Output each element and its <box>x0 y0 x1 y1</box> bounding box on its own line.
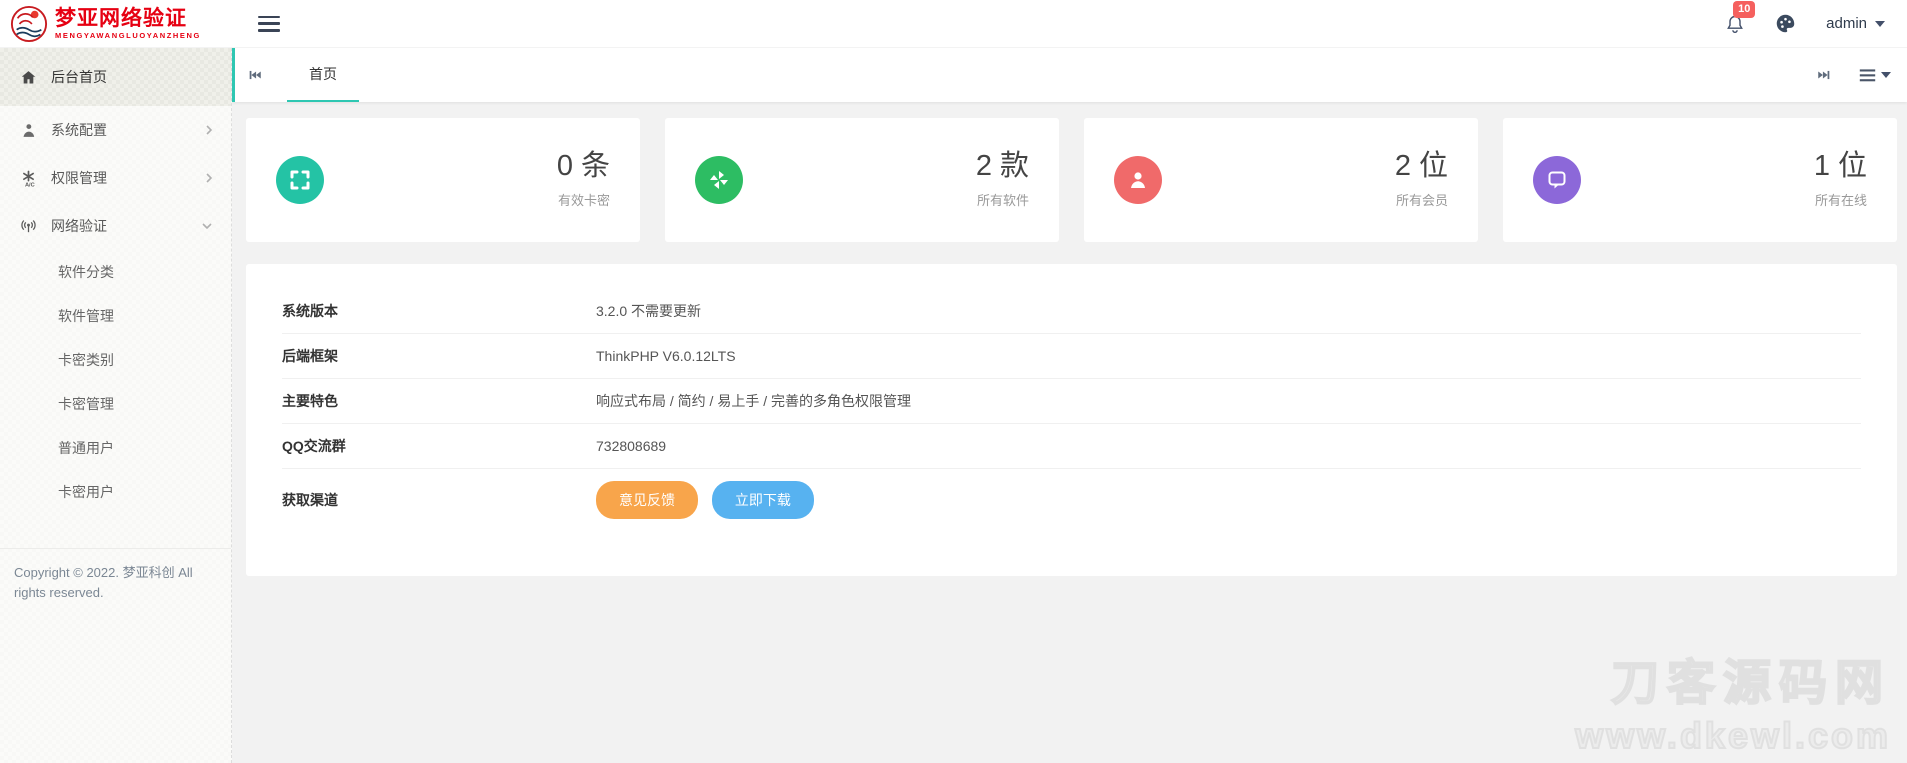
stat-label: 所有软件 <box>976 193 1029 209</box>
stat-text: 0 条 有效卡密 <box>556 149 610 210</box>
sidebar-subitem-label: 普通用户 <box>58 440 114 456</box>
stat-text: 1 位 所有在线 <box>1813 149 1867 210</box>
stat-label: 所有会员 <box>1395 193 1448 209</box>
sidebar-subitem-label: 卡密类别 <box>58 352 114 368</box>
sidebar-item-system-config[interactable]: 系统配置 <box>0 106 231 154</box>
sidebar-subitem-label: 软件分类 <box>58 264 114 280</box>
sidebar-item-label: 后台首页 <box>51 69 107 85</box>
sidebar-item-network-verify[interactable]: 网络验证 <box>0 202 231 250</box>
admin-dashboard: 梦亚网络验证 MENGYAWANGLUOYANZHENG 10 admin 后台… <box>0 0 1907 763</box>
stat-card-online: 1 位 所有在线 <box>1503 118 1897 242</box>
tab-label: 首页 <box>309 66 337 82</box>
chevron-right-icon <box>206 125 213 135</box>
home-icon <box>21 70 36 84</box>
chat-bubble-icon <box>1533 156 1581 204</box>
stat-value: 2 位 <box>1394 149 1448 182</box>
tab-options-menu[interactable] <box>1859 68 1891 82</box>
username: admin <box>1826 15 1867 32</box>
list-icon <box>1859 69 1876 82</box>
stat-label: 有效卡密 <box>557 193 610 209</box>
chevron-down-icon <box>1881 72 1891 78</box>
svg-text:A/C: A/C <box>25 182 35 187</box>
sidebar-subitem-software-manage[interactable]: 软件管理 <box>0 294 231 338</box>
sidebar-subitem-label: 软件管理 <box>58 308 114 324</box>
sidebar: 后台首页 系统配置 A/C 权限管理 网络验证 软件分类 软件管理 卡密类别 卡… <box>0 48 232 763</box>
info-label: 系统版本 <box>282 303 338 319</box>
info-row-channels: 获取渠道 意见反馈 立即下载 <box>282 469 1861 531</box>
info-label: 后端框架 <box>282 348 338 364</box>
logo-title: 梦亚网络验证 <box>55 6 187 30</box>
stat-value: 2 款 <box>975 149 1029 182</box>
stat-value: 1 位 <box>1813 149 1867 182</box>
download-button[interactable]: 立即下载 <box>711 481 814 519</box>
header-actions: 10 admin <box>1725 0 1907 35</box>
stat-card-valid-cards: 0 条 有效卡密 <box>246 118 640 242</box>
logo-icon <box>10 5 48 42</box>
stat-card-members: 2 位 所有会员 <box>1084 118 1478 242</box>
notification-badge: 10 <box>1733 0 1756 18</box>
info-label: 获取渠道 <box>282 492 338 508</box>
stat-cards-row: 0 条 有效卡密 2 款 所有软件 2 位 所有会员 1 位 所有在线 <box>246 118 1897 242</box>
top-header: 梦亚网络验证 MENGYAWANGLUOYANZHENG 10 admin <box>0 0 1907 48</box>
theme-palette-icon[interactable] <box>1775 13 1796 34</box>
stat-label: 所有在线 <box>1814 193 1867 209</box>
tab-bar: 首页 <box>232 48 1907 102</box>
chevron-right-icon <box>206 173 213 183</box>
info-row-framework: 后端框架 ThinkPHP V6.0.12LTS <box>282 334 1861 379</box>
tabbar-right-controls <box>1816 68 1907 82</box>
main-content: 0 条 有效卡密 2 款 所有软件 2 位 所有会员 1 位 所有在线 系统版本… <box>232 102 1907 763</box>
pinwheel-icon <box>695 156 743 204</box>
stat-text: 2 款 所有软件 <box>975 149 1029 210</box>
sidebar-subitem-card-category[interactable]: 卡密类别 <box>0 338 231 382</box>
logo-subtitle: MENGYAWANGLUOYANZHENG <box>55 30 201 40</box>
watermark-line2: www.dkewl.com <box>1574 714 1891 757</box>
watermark-line1: 刀客源码网 <box>1610 656 1891 711</box>
sidebar-subitem-software-category[interactable]: 软件分类 <box>0 250 231 294</box>
user-menu[interactable]: admin <box>1826 15 1885 32</box>
sidebar-copyright: Copyright © 2022. 梦亚科创 All rights reserv… <box>0 548 231 603</box>
sidebar-subitem-label: 卡密管理 <box>58 396 114 412</box>
chevron-down-icon <box>202 223 212 230</box>
sidebar-item-permissions[interactable]: A/C 权限管理 <box>0 154 231 202</box>
sidebar-item-label: 系统配置 <box>51 122 107 138</box>
info-label: QQ交流群 <box>282 438 346 454</box>
sidebar-item-home[interactable]: 后台首页 <box>0 48 231 106</box>
info-value: ThinkPHP V6.0.12LTS <box>596 348 736 364</box>
logo: 梦亚网络验证 MENGYAWANGLUOYANZHENG <box>0 0 232 47</box>
info-row-qq-group: QQ交流群 732808689 <box>282 424 1861 469</box>
info-value: 响应式布局 / 简约 / 易上手 / 完善的多角色权限管理 <box>596 393 912 409</box>
sidebar-item-label: 网络验证 <box>51 218 107 234</box>
notification-bell-icon[interactable]: 10 <box>1725 0 1756 35</box>
site-watermark: 刀客源码网 www.dkewl.com <box>1574 643 1891 757</box>
sidebar-subitem-label: 卡密用户 <box>58 484 114 500</box>
user-icon <box>23 123 35 137</box>
tab-scroll-right-icon[interactable] <box>1816 68 1831 82</box>
info-row-features: 主要特色 响应式布局 / 简约 / 易上手 / 完善的多角色权限管理 <box>282 379 1861 424</box>
info-row-version: 系统版本 3.2.0 不需要更新 <box>282 289 1861 334</box>
sidebar-subitem-card-manage[interactable]: 卡密管理 <box>0 382 231 426</box>
menu-toggle-icon[interactable] <box>258 15 280 32</box>
info-value: 732808689 <box>596 438 667 454</box>
stat-text: 2 位 所有会员 <box>1394 149 1448 210</box>
stat-value: 0 条 <box>556 149 610 182</box>
tab-scroll-left-icon[interactable] <box>248 68 263 82</box>
stat-card-software: 2 款 所有软件 <box>665 118 1059 242</box>
auth-icon: A/C <box>23 170 35 187</box>
chevron-down-icon <box>1875 20 1885 27</box>
corners-icon <box>276 156 324 204</box>
member-icon <box>1114 156 1162 204</box>
logo-text: 梦亚网络验证 MENGYAWANGLUOYANZHENG <box>55 6 201 40</box>
network-icon <box>21 219 36 232</box>
sidebar-subitem-card-users[interactable]: 卡密用户 <box>0 470 231 514</box>
system-info-panel: 系统版本 3.2.0 不需要更新 后端框架 ThinkPHP V6.0.12LT… <box>246 264 1897 576</box>
sidebar-item-label: 权限管理 <box>51 170 107 186</box>
feedback-button[interactable]: 意见反馈 <box>596 481 698 519</box>
channel-buttons: 意见反馈 立即下载 <box>596 481 824 519</box>
info-value: 3.2.0 不需要更新 <box>596 303 702 319</box>
tab-home[interactable]: 首页 <box>287 48 359 102</box>
info-label: 主要特色 <box>282 393 338 409</box>
sidebar-subitem-normal-users[interactable]: 普通用户 <box>0 426 231 470</box>
